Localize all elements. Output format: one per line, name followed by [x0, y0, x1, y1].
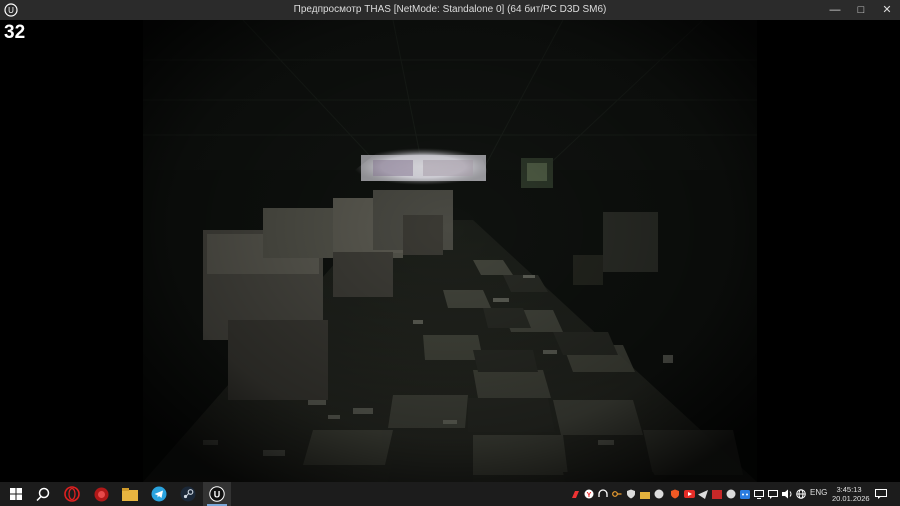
- diner-scene: [143, 20, 757, 482]
- steam-icon[interactable]: [174, 482, 202, 506]
- search-icon[interactable]: [29, 482, 57, 506]
- window-title: Предпросмотр THAS [NetMode: Standalone 0…: [293, 4, 607, 15]
- red-circle-app-icon[interactable]: [87, 482, 115, 506]
- headphones-icon[interactable]: [597, 482, 609, 506]
- video-icon[interactable]: [697, 482, 709, 506]
- fps-counter: 32: [4, 22, 26, 43]
- yandex-icon[interactable]: Y: [583, 482, 595, 506]
- brave-icon[interactable]: [653, 482, 665, 506]
- window-titlebar[interactable]: U Предпросмотр THAS [NetMode: Standalone…: [0, 0, 900, 20]
- telegram-icon[interactable]: [145, 482, 173, 506]
- key-icon[interactable]: [611, 482, 623, 506]
- clock-date: 20.01.2026: [832, 494, 870, 503]
- language-globe-icon[interactable]: [795, 482, 807, 506]
- clock-time: 3:45:13: [836, 485, 862, 494]
- language-indicator[interactable]: ENG: [810, 488, 827, 497]
- steam-tray-icon[interactable]: [711, 482, 723, 506]
- telegram-tray-icon[interactable]: [683, 482, 695, 506]
- unreal-engine-icon[interactable]: U: [203, 482, 231, 506]
- svg-text:Y: Y: [587, 492, 592, 499]
- close-icon[interactable]: ✕: [874, 0, 900, 20]
- folder-icon[interactable]: [639, 482, 651, 506]
- opera-icon[interactable]: [58, 482, 86, 506]
- file-explorer-icon[interactable]: [116, 482, 144, 506]
- minimize-icon[interactable]: —: [822, 0, 848, 20]
- windows-start-icon[interactable]: [2, 482, 30, 506]
- taskbar: U Y ENG 3:45:13 20.01.2026: [0, 482, 900, 506]
- shield-icon[interactable]: [625, 482, 637, 506]
- monitor-icon[interactable]: [739, 482, 751, 506]
- game-viewport[interactable]: 32: [0, 20, 900, 482]
- globe-icon[interactable]: [781, 482, 793, 506]
- red-app-icon[interactable]: [569, 482, 581, 506]
- discord-icon[interactable]: [725, 482, 737, 506]
- chat-icon[interactable]: [753, 482, 765, 506]
- youtube-icon[interactable]: [669, 482, 681, 506]
- speaker-icon[interactable]: [767, 482, 779, 506]
- svg-text:U: U: [214, 490, 221, 500]
- notification-icon[interactable]: [874, 482, 888, 506]
- taskbar-clock[interactable]: 3:45:13 20.01.2026: [832, 485, 870, 503]
- maximize-icon[interactable]: □: [848, 0, 874, 20]
